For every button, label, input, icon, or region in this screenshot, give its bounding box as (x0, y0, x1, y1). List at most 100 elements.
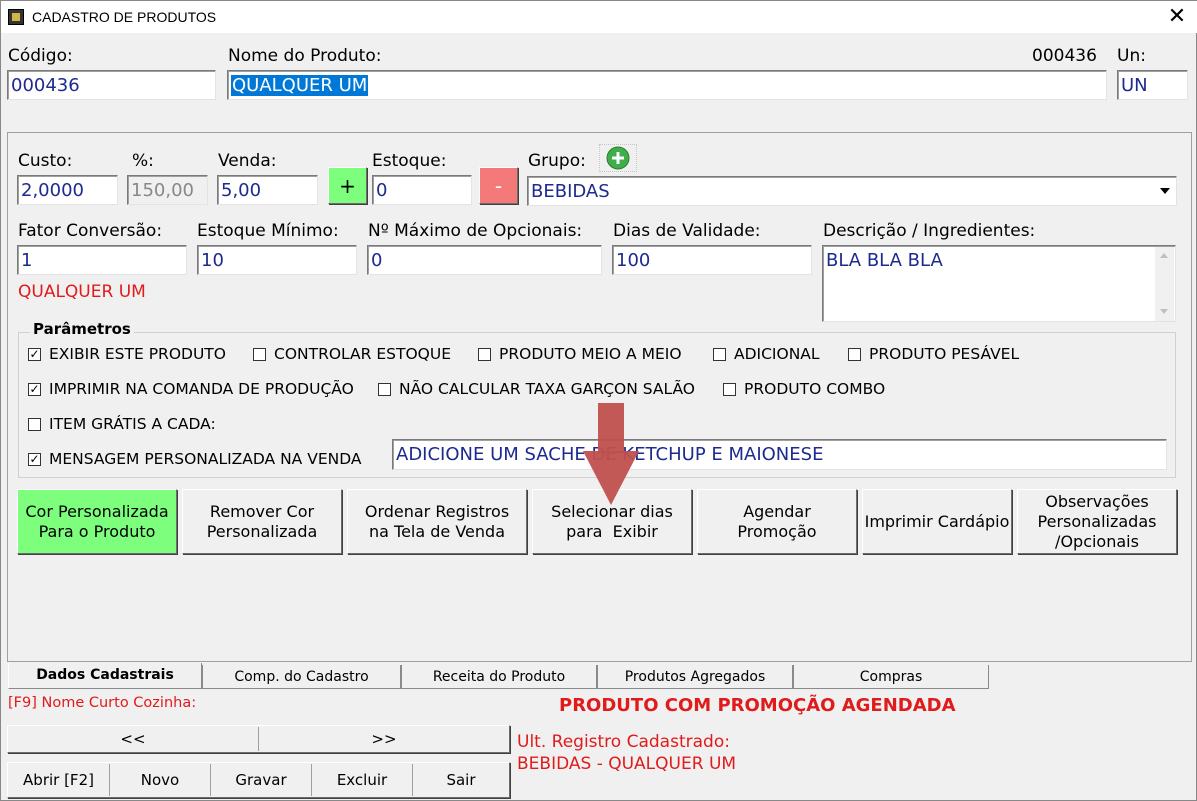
minus-button[interactable]: - (479, 167, 518, 204)
nome-produto-field[interactable]: QUALQUER UM (227, 70, 1107, 100)
checkbox-checked-icon[interactable]: ✓ (28, 347, 41, 361)
chk-label: ADICIONAL (734, 345, 820, 363)
fator-conversao-label: Fator Conversão: (18, 221, 163, 241)
chk-label: PRODUTO COMBO (744, 380, 886, 398)
grupo-select[interactable]: BEBIDAS (527, 176, 1177, 206)
descricao-label: Descrição / Ingredientes: (823, 221, 1036, 241)
fator-conversao-field[interactable]: 1 (17, 245, 187, 275)
checkbox-icon[interactable] (378, 382, 391, 396)
button-line: Personalizada (206, 521, 318, 541)
button-line: Imprimir Cardápio (864, 511, 1010, 531)
checkbox-checked-icon[interactable]: ✓ (28, 382, 41, 396)
button-line: Personalizadas (1037, 511, 1157, 531)
custo-field[interactable]: 2,0000 (17, 175, 118, 205)
grupo-selected-value: BEBIDAS (531, 181, 610, 202)
chk-imprimir-comanda[interactable]: ✓ IMPRIMIR NA COMANDA DE PRODUÇÃO (28, 380, 354, 398)
chk-item-gratis[interactable]: ITEM GRÁTIS A CADA: (28, 415, 216, 433)
novo-button[interactable]: Novo (110, 771, 210, 789)
remover-cor-button[interactable]: Remover Cor Personalizada (182, 489, 342, 554)
button-line: Agendar (743, 501, 811, 521)
checkbox-checked-icon[interactable]: ✓ (28, 452, 41, 466)
scroll-down-icon[interactable] (1160, 309, 1168, 314)
agendar-promocao-button[interactable]: Agendar Promoção (697, 489, 857, 554)
parametros-title: Parâmetros (30, 320, 134, 338)
sair-button[interactable]: Sair (413, 771, 509, 789)
chk-pesavel[interactable]: PRODUTO PESÁVEL (848, 345, 1019, 363)
un-field[interactable]: UN (1117, 70, 1188, 100)
estoque-label: Estoque: (372, 151, 447, 171)
custo-label: Custo: (18, 151, 73, 171)
dias-validade-label: Dias de Validade: (613, 221, 761, 241)
chk-label: EXIBIR ESTE PRODUTO (49, 345, 226, 363)
chk-nao-calcular-taxa[interactable]: NÃO CALCULAR TAXA GARÇON SALÃO (378, 380, 695, 398)
ordenar-registros-button[interactable]: Ordenar Registros na Tela de Venda (347, 489, 527, 554)
abrir-button[interactable]: Abrir [F2] (8, 771, 109, 789)
button-line: Promoção (737, 521, 817, 541)
add-group-button[interactable] (599, 144, 637, 172)
scroll-up-icon[interactable] (1160, 253, 1168, 258)
prev-record-button[interactable]: << (8, 730, 258, 748)
promo-note: PRODUTO COM PROMOÇÃO AGENDADA (559, 695, 956, 716)
estoque-minimo-field[interactable]: 10 (197, 245, 357, 275)
checkbox-icon[interactable] (713, 347, 726, 361)
checkbox-icon[interactable] (723, 382, 736, 396)
percent-field: 150,00 (127, 175, 208, 205)
excluir-button[interactable]: Excluir (312, 771, 412, 789)
descricao-scrollbar[interactable] (1155, 247, 1174, 321)
ult-registro-label: Ult. Registro Cadastrado: (517, 732, 730, 752)
button-line: Observações (1045, 491, 1149, 511)
imprimir-cardapio-button[interactable]: Imprimir Cardápio (862, 489, 1012, 554)
tab-comp-cadastro[interactable]: Comp. do Cadastro (202, 665, 401, 689)
nome-label: Nome do Produto: (228, 46, 382, 66)
max-opcionais-field[interactable]: 0 (367, 245, 602, 275)
tab-receita-produto[interactable]: Receita do Produto (401, 665, 597, 689)
add-group-icon (606, 146, 630, 170)
dias-validade-field[interactable]: 100 (612, 245, 812, 275)
estoque-field[interactable]: 0 (372, 175, 472, 205)
next-record-button[interactable]: >> (259, 730, 509, 748)
checkbox-icon[interactable] (253, 347, 266, 361)
tab-compras[interactable]: Compras (793, 665, 989, 689)
chk-adicional[interactable]: ADICIONAL (713, 345, 820, 363)
chk-exibir-produto[interactable]: ✓ EXIBIR ESTE PRODUTO (28, 345, 226, 363)
button-line: Remover Cor (209, 501, 315, 521)
button-line: para Exibir (566, 521, 658, 541)
checkbox-icon[interactable] (478, 347, 491, 361)
f9-note: [F9] Nome Curto Cozinha: (8, 695, 197, 711)
descricao-textarea[interactable]: BLA BLA BLA (822, 245, 1176, 322)
record-navigator: << >> (7, 725, 510, 753)
chk-controlar-estoque[interactable]: CONTROLAR ESTOQUE (253, 345, 451, 363)
mensagem-field[interactable]: ADICIONE UM SACHE DE KETCHUP E MAIONESE (392, 439, 1167, 470)
close-icon[interactable]: ✕ (1164, 4, 1190, 30)
checkbox-icon[interactable] (848, 347, 861, 361)
footer-toolbar: Abrir [F2] Novo Gravar Excluir Sair (7, 762, 510, 798)
chk-label: CONTROLAR ESTOQUE (274, 345, 451, 363)
venda-field[interactable]: 5,00 (217, 175, 318, 205)
max-opcionais-label: Nº Máximo de Opcionais: (368, 221, 583, 241)
tab-produtos-agregados[interactable]: Produtos Agregados (597, 665, 793, 689)
chk-meio-a-meio[interactable]: PRODUTO MEIO A MEIO (478, 345, 682, 363)
tab-dados-cadastrais[interactable]: Dados Cadastrais (8, 663, 202, 689)
percent-label: %: (132, 151, 154, 171)
dropdown-arrow-icon[interactable] (1155, 179, 1174, 203)
chk-mensagem-personalizada[interactable]: ✓ MENSAGEM PERSONALIZADA NA VENDA (28, 450, 361, 468)
plus-button[interactable]: + (328, 167, 367, 204)
button-line: na Tela de Venda (369, 521, 505, 541)
chk-label: PRODUTO MEIO A MEIO (499, 345, 682, 363)
chk-label: MENSAGEM PERSONALIZADA NA VENDA (49, 450, 362, 468)
chk-label: PRODUTO PESÁVEL (869, 345, 1020, 363)
code-display: 000436 (1032, 46, 1097, 66)
codigo-field[interactable]: 000436 (7, 70, 216, 100)
chk-label: ITEM GRÁTIS A CADA: (49, 415, 216, 433)
un-label: Un: (1117, 46, 1146, 66)
codigo-label: Código: (8, 46, 73, 66)
checkbox-icon[interactable] (28, 417, 41, 431)
cor-personalizada-button[interactable]: Cor Personalizada Para o Produto (17, 489, 177, 554)
gravar-button[interactable]: Gravar (211, 771, 311, 789)
chk-label: NÃO CALCULAR TAXA GARÇON SALÃO (399, 380, 695, 398)
grupo-label: Grupo: (528, 151, 586, 171)
button-line: /Opcionais (1055, 531, 1139, 551)
button-line: Para o Produto (38, 521, 156, 541)
observacoes-button[interactable]: Observações Personalizadas /Opcionais (1017, 489, 1177, 554)
chk-produto-combo[interactable]: PRODUTO COMBO (723, 380, 885, 398)
